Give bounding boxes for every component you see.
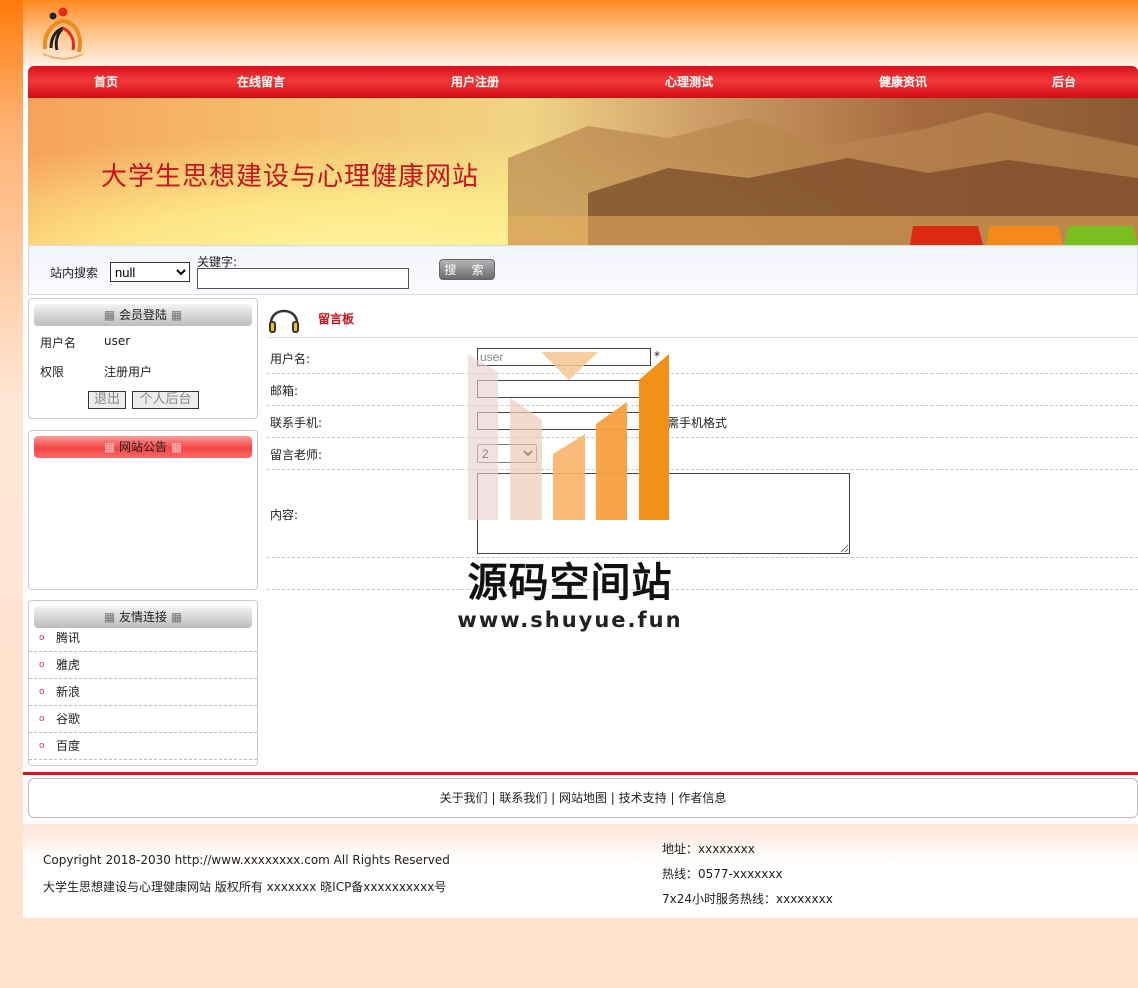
teacher-select[interactable]: 2 bbox=[477, 444, 537, 463]
notice-box-header: ▦ 网站公告 ▦ bbox=[34, 436, 252, 458]
links-box-title: 友情连接 bbox=[118, 610, 167, 624]
bullet-icon: o bbox=[39, 687, 45, 697]
top-header bbox=[23, 0, 1138, 66]
form-row-teacher: 留言老师: 2 bbox=[267, 438, 1138, 470]
link-label: 百度 bbox=[56, 739, 81, 753]
copyright-text: Copyright 2018-2030 http://www.xxxxxxxx.… bbox=[43, 853, 450, 867]
address-text: 地址：xxxxxxxx bbox=[662, 842, 755, 856]
search-bar: 站内搜索 null 关键字: 搜 索 bbox=[28, 245, 1138, 295]
bullet-icon: o bbox=[39, 741, 45, 751]
form-row-phone: 联系手机: 需手机格式 bbox=[267, 406, 1138, 438]
logout-button[interactable]: 退出 bbox=[88, 391, 126, 409]
nav-item-register[interactable]: 用户注册 bbox=[445, 66, 505, 98]
link-item[interactable]: o 谷歌 bbox=[29, 706, 257, 733]
guestbook-panel: 留言板 用户名: * 邮箱: 联系手机: 需手机格式 留言老师: 2 内容: bbox=[267, 297, 1138, 597]
grid-icon: ▦ bbox=[103, 440, 116, 454]
notice-box-title: 网站公告 bbox=[118, 440, 167, 454]
form-row-content: 内容: bbox=[267, 470, 1138, 558]
username-field[interactable] bbox=[477, 348, 651, 366]
form-row-email: 邮箱: bbox=[267, 374, 1138, 406]
link-item[interactable]: o 腾讯 bbox=[29, 625, 257, 652]
teacher-field-label: 留言老师: bbox=[270, 448, 323, 462]
email-field[interactable] bbox=[477, 380, 651, 398]
username-value: user bbox=[104, 334, 131, 348]
link-label: 腾讯 bbox=[56, 631, 81, 645]
link-item[interactable]: o 百度 bbox=[29, 733, 257, 760]
link-label: 雅虎 bbox=[56, 658, 81, 672]
banner: 大学生思想建设与心理健康网站 bbox=[28, 98, 1138, 245]
link-item[interactable]: o 雅虎 bbox=[29, 652, 257, 679]
required-mark: * bbox=[654, 349, 660, 363]
link-label: 谷歌 bbox=[56, 712, 81, 726]
notice-box: ▦ 网站公告 ▦ bbox=[28, 430, 258, 590]
login-box: ▦ 会员登陆 ▦ 用户名 user 权限 注册用户 退出 个人后台 bbox=[28, 298, 258, 419]
link-label: 新浪 bbox=[56, 685, 81, 699]
links-box: ▦ 友情连接 ▦ o 腾讯 o 雅虎 o 新浪 o 谷歌 o 百度 bbox=[28, 600, 258, 766]
search-button[interactable]: 搜 索 bbox=[439, 259, 495, 280]
footer: Copyright 2018-2030 http://www.xxxxxxxx.… bbox=[23, 824, 1138, 918]
username-label: 用户名 bbox=[40, 336, 77, 350]
site-logo bbox=[42, 7, 84, 60]
grid-icon: ▦ bbox=[103, 308, 116, 322]
username-field-label: 用户名: bbox=[270, 352, 311, 366]
hotline-text: 热线：0577-xxxxxxx bbox=[662, 867, 783, 881]
grid-icon: ▦ bbox=[103, 610, 116, 624]
grid-icon: ▦ bbox=[170, 440, 183, 454]
nav-item-home[interactable]: 首页 bbox=[86, 66, 126, 98]
search-label: 站内搜索 bbox=[50, 266, 99, 280]
nav-item-admin[interactable]: 后台 bbox=[1048, 66, 1080, 98]
service-hotline-text: 7x24小时服务热线：xxxxxxxx bbox=[662, 892, 833, 906]
footer-divider bbox=[23, 772, 1138, 775]
title-divider bbox=[267, 337, 1138, 338]
bullet-icon: o bbox=[39, 660, 45, 670]
rights-text: 大学生思想建设与心理健康网站 版权所有 xxxxxxx 晓ICP备xxxxxxx… bbox=[43, 880, 447, 894]
footer-links[interactable]: 关于我们 | 联系我们 | 网站地图 | 技术支持 | 作者信息 bbox=[28, 778, 1138, 818]
email-field-label: 邮箱: bbox=[270, 384, 299, 398]
phone-hint: 需手机格式 bbox=[667, 416, 728, 430]
role-value: 注册用户 bbox=[104, 365, 153, 379]
headphones-icon bbox=[269, 309, 299, 333]
nav-item-guestbook[interactable]: 在线留言 bbox=[231, 66, 291, 98]
login-box-header: ▦ 会员登陆 ▦ bbox=[34, 304, 252, 326]
content-field-label: 内容: bbox=[270, 508, 299, 522]
nav-item-psych-test[interactable]: 心理测试 bbox=[659, 66, 719, 98]
role-label: 权限 bbox=[40, 365, 65, 379]
phone-field[interactable] bbox=[477, 412, 651, 430]
personal-backend-button[interactable]: 个人后台 bbox=[132, 391, 199, 409]
nav-item-health-news[interactable]: 健康资讯 bbox=[873, 66, 933, 98]
guestbook-title: 留言板 bbox=[318, 312, 355, 326]
phone-field-label: 联系手机: bbox=[270, 416, 323, 430]
form-row-username: 用户名: * bbox=[267, 342, 1138, 374]
grid-icon: ▦ bbox=[170, 610, 183, 624]
link-item[interactable]: o 新浪 bbox=[29, 679, 257, 706]
login-box-title: 会员登陆 bbox=[118, 308, 167, 322]
bullet-icon: o bbox=[39, 633, 45, 643]
page-wrapper: 首页 在线留言 用户注册 心理测试 健康资讯 后台 大学生思想建设与心理健康网站… bbox=[23, 0, 1138, 918]
banner-title: 大学生思想建设与心理健康网站 bbox=[101, 162, 480, 192]
keyword-input[interactable] bbox=[197, 268, 409, 289]
content-textarea[interactable] bbox=[477, 473, 850, 554]
bullet-icon: o bbox=[39, 714, 45, 724]
form-row-submit bbox=[267, 558, 1138, 590]
main-nav: 首页 在线留言 用户注册 心理测试 健康资讯 后台 bbox=[28, 66, 1138, 98]
grid-icon: ▦ bbox=[170, 308, 183, 322]
search-category-select[interactable]: null bbox=[110, 262, 190, 282]
